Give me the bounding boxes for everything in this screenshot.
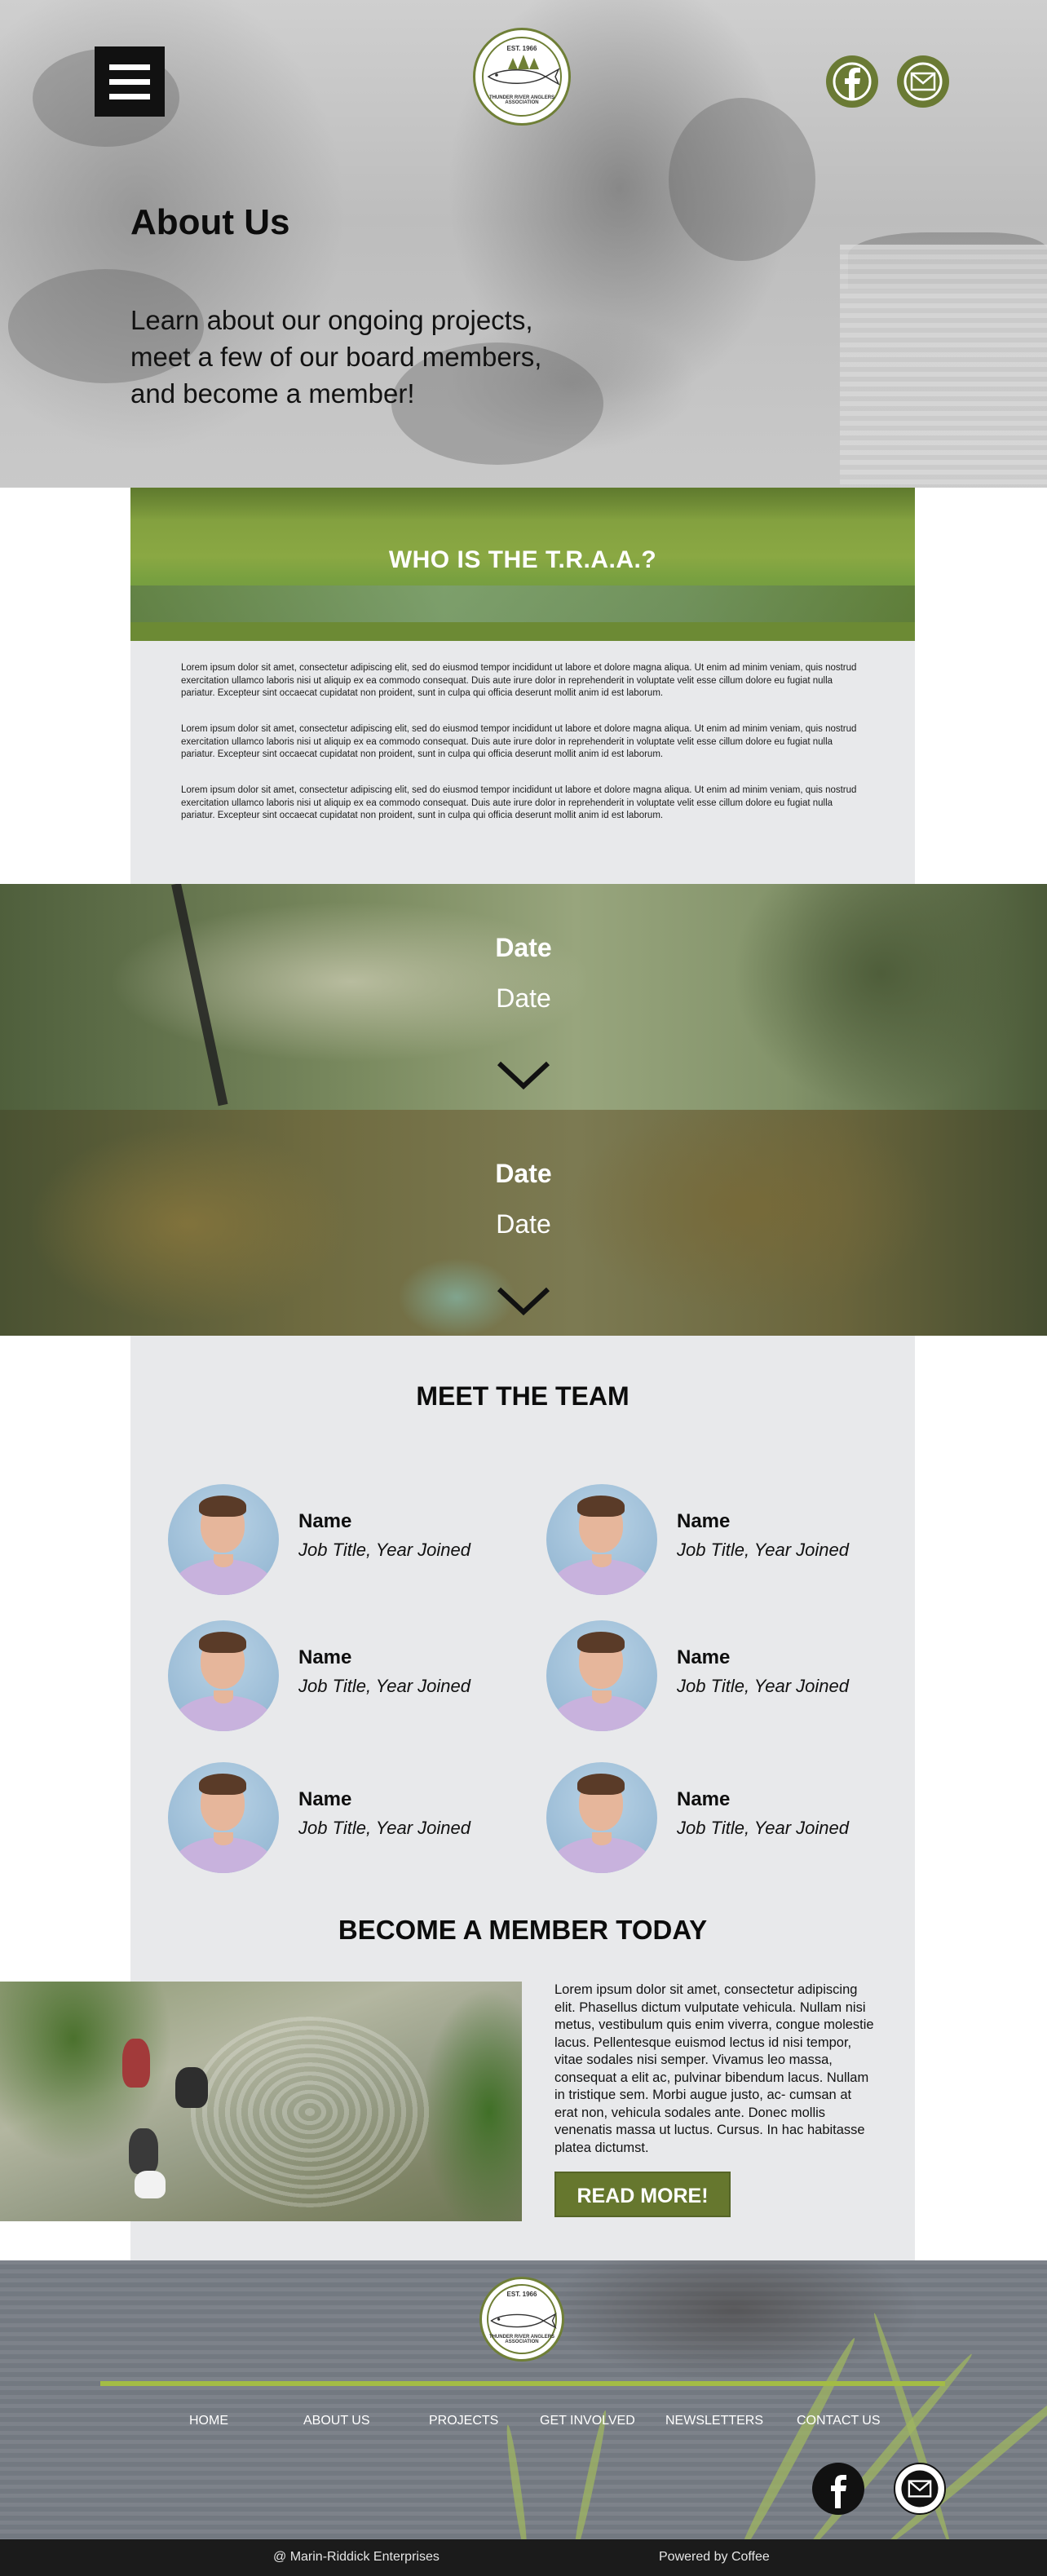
team-member-card: Name Job Title, Year Joined (546, 1762, 889, 1873)
footer-email-button[interactable] (894, 2463, 946, 2515)
avatar (168, 1484, 279, 1595)
event-panel[interactable]: Date Date (0, 1110, 1047, 1336)
join-photo-figure (129, 2128, 158, 2174)
team-member-card: Name Job Title, Year Joined (168, 1762, 510, 1873)
member-name: Name (298, 1510, 352, 1532)
email-button[interactable] (897, 55, 949, 108)
logo-club-name: THUNDER RIVER ANGLERS ASSOCIATION (488, 95, 555, 105)
hero-section: EST. 1966 THUNDER RIVER ANGLERS ASSOCIAT… (0, 0, 1047, 488)
member-name: Name (677, 1646, 731, 1668)
footer-nav-about[interactable]: ABOUT US (303, 2414, 370, 2428)
member-role: Job Title, Year Joined (298, 1676, 470, 1696)
footer-nav-get-involved[interactable]: GET INVOLVED (540, 2414, 635, 2428)
who-paragraph: Lorem ipsum dolor sit amet, consectetur … (181, 785, 857, 820)
logo-est-text: EST. 1966 (506, 45, 537, 52)
footer-nav-projects[interactable]: PROJECTS (429, 2414, 498, 2428)
team-title: MEET THE TEAM (416, 1381, 630, 1411)
footer-logo[interactable]: EST. 1966 THUNDER RIVER ANGLERS ASSOCIAT… (479, 2277, 564, 2362)
who-title: WHO IS THE T.R.A.A.? (388, 546, 657, 573)
footer-facebook-button[interactable] (812, 2463, 864, 2515)
footer-nav-home[interactable]: HOME (189, 2414, 228, 2428)
chevron-down-icon[interactable] (496, 1058, 551, 1091)
join-title: BECOME A MEMBER TODAY (338, 1915, 708, 1945)
member-role: Job Title, Year Joined (298, 1818, 470, 1838)
member-name: Name (677, 1788, 731, 1810)
powered-by-text: Powered by Coffee (659, 2550, 770, 2564)
avatar (546, 1484, 657, 1595)
who-paragraph: Lorem ipsum dolor sit amet, consectetur … (181, 724, 857, 759)
fish-icon (487, 68, 560, 86)
hamburger-icon-bar (109, 64, 150, 70)
hamburger-icon-bar (109, 94, 150, 99)
event-date-subtitle: Date (496, 1209, 551, 1239)
envelope-icon (903, 62, 943, 101)
banner-trees (130, 488, 915, 520)
facebook-icon (831, 2475, 846, 2508)
hero-photo-shape (669, 98, 815, 261)
member-role: Job Title, Year Joined (677, 1540, 849, 1560)
member-name: Name (677, 1510, 731, 1532)
event-date-title: Date (495, 933, 552, 962)
banner-river (130, 585, 915, 626)
facebook-icon (833, 62, 872, 101)
who-banner: WHO IS THE T.R.A.A.? (130, 488, 915, 641)
member-role: Job Title, Year Joined (298, 1540, 470, 1560)
join-photo-figure (135, 2171, 166, 2198)
avatar (168, 1620, 279, 1731)
join-text: Lorem ipsum dolor sit amet, consectetur … (554, 1982, 874, 2155)
logo-club-name: THUNDER RIVER ANGLERS ASSOCIATION (488, 2335, 555, 2344)
join-photo-figure (122, 2039, 150, 2088)
menu-button[interactable] (95, 46, 165, 117)
team-member-card: Name Job Title, Year Joined (546, 1620, 889, 1731)
who-body: Lorem ipsum dolor sit amet, consectetur … (130, 641, 915, 884)
copyright-text: @ Marin-Riddick Enterprises (273, 2550, 440, 2564)
join-photo-water (188, 2014, 432, 2210)
member-name: Name (298, 1788, 352, 1810)
bottom-bar: @ Marin-Riddick Enterprises Powered by C… (0, 2539, 1047, 2576)
read-more-button[interactable]: READ MORE! (554, 2172, 731, 2217)
footer-divider (100, 2381, 945, 2386)
member-role: Job Title, Year Joined (677, 1818, 849, 1838)
avatar (168, 1762, 279, 1873)
event-panel[interactable]: Date Date (0, 884, 1047, 1110)
join-photo (0, 1982, 522, 2221)
footer-nav-contact[interactable]: CONTACT US (797, 2414, 881, 2428)
member-role: Job Title, Year Joined (677, 1676, 849, 1696)
banner-grass (130, 622, 915, 641)
event-date-subtitle: Date (496, 983, 551, 1013)
site-footer: EST. 1966 THUNDER RIVER ANGLERS ASSOCIAT… (0, 2260, 1047, 2539)
team-member-card: Name Job Title, Year Joined (168, 1484, 510, 1595)
footer-nav-newsletters[interactable]: NEWSLETTERS (665, 2414, 763, 2428)
fish-icon (490, 2313, 557, 2329)
chevron-down-icon[interactable] (496, 1284, 551, 1317)
page-title: About Us (130, 202, 290, 242)
hero-subtitle: Learn about our ongoing projects, meet a… (130, 305, 542, 409)
hero-water (840, 245, 1047, 488)
join-photo-figure (175, 2067, 208, 2108)
team-member-card: Name Job Title, Year Joined (168, 1620, 510, 1731)
who-paragraph: Lorem ipsum dolor sit amet, consectetur … (181, 663, 857, 698)
member-name: Name (298, 1646, 352, 1668)
logo-est-text: EST. 1966 (506, 2291, 537, 2298)
site-logo[interactable]: EST. 1966 THUNDER RIVER ANGLERS ASSOCIAT… (473, 28, 571, 126)
envelope-icon (901, 2470, 939, 2508)
avatar (546, 1762, 657, 1873)
avatar (546, 1620, 657, 1731)
facebook-button[interactable] (826, 55, 878, 108)
team-member-card: Name Job Title, Year Joined (546, 1484, 889, 1595)
hamburger-icon-bar (109, 79, 150, 85)
event-date-title: Date (495, 1159, 552, 1188)
